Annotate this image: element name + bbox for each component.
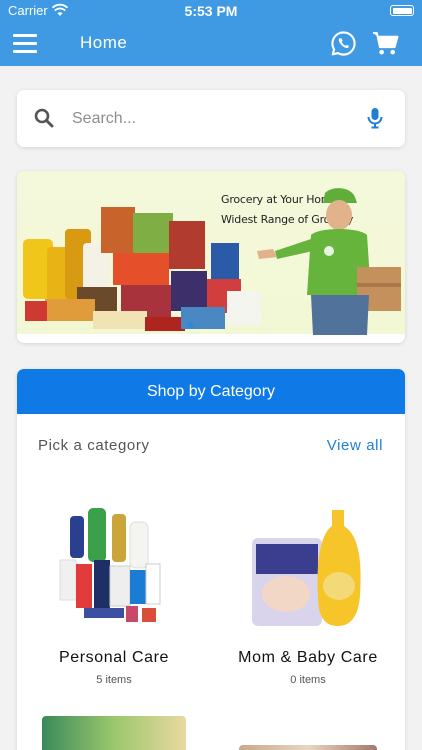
- clock: 5:53 PM: [184, 3, 238, 19]
- category-thumbnail-partial[interactable]: [239, 745, 377, 750]
- banner-image: Grocery at Your Home Widest Range of Gro…: [17, 171, 405, 335]
- carousel-indicator[interactable]: [187, 322, 237, 330]
- delivery-person-illustration: [257, 188, 401, 335]
- top-bar: Carrier 5:53 PM Home: [0, 0, 422, 66]
- status-bar: Carrier 5:53 PM: [0, 0, 422, 22]
- cart-icon[interactable]: [372, 31, 399, 56]
- search-bar: [17, 90, 405, 147]
- whatsapp-icon[interactable]: [330, 30, 357, 57]
- category-count: 0 items: [290, 674, 326, 686]
- page-title: Home: [80, 33, 128, 52]
- category-mom-baby-care[interactable]: Mom & Baby Care 0 items: [211, 494, 405, 694]
- search-input[interactable]: [72, 104, 352, 134]
- personal-care-products-image: [59, 508, 161, 622]
- category-header: Shop by Category: [17, 369, 405, 414]
- battery-icon: [390, 5, 414, 16]
- search-icon: [34, 108, 54, 128]
- view-all-link[interactable]: View all: [327, 437, 383, 454]
- pick-category-label: Pick a category: [38, 437, 150, 454]
- promo-banner-carousel[interactable]: Grocery at Your Home Widest Range of Gro…: [17, 171, 405, 343]
- category-thumbnail-partial[interactable]: [42, 716, 186, 750]
- category-personal-care[interactable]: Personal Care 5 items: [17, 494, 211, 694]
- carousel-dot-active[interactable]: [187, 322, 194, 329]
- microphone-icon[interactable]: [365, 107, 385, 129]
- category-name: Personal Care: [58, 649, 170, 666]
- shop-by-category-card: Shop by Category Pick a category View al…: [17, 369, 405, 750]
- hamburger-menu-icon[interactable]: [13, 34, 37, 54]
- navigation-bar: Home: [0, 22, 422, 66]
- mom-baby-products-image: [252, 510, 361, 626]
- category-name: Mom & Baby Care: [238, 649, 378, 666]
- category-count: 5 items: [96, 674, 132, 686]
